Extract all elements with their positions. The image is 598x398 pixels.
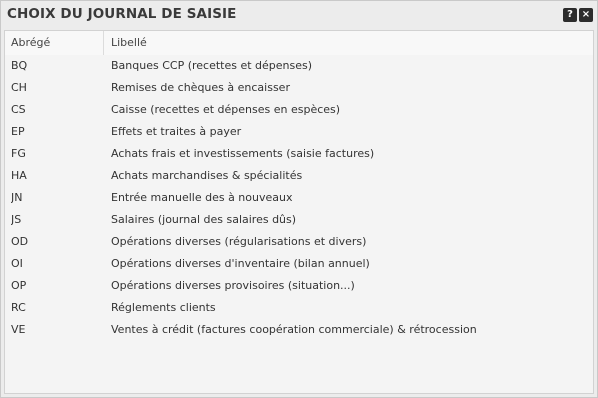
column-header-abrege[interactable]: Abrégé	[5, 31, 104, 55]
journal-code: HA	[11, 169, 27, 182]
journal-label: Opérations diverses (régularisations et …	[111, 235, 367, 248]
table-row[interactable]: JS Salaires (journal des salaires dûs)	[5, 209, 593, 231]
journal-code: RC	[11, 301, 26, 314]
table-row[interactable]: EP Effets et traites à payer	[5, 121, 593, 143]
table-row[interactable]: BQ Banques CCP (recettes et dépenses)	[5, 55, 593, 77]
journal-code: FG	[11, 147, 26, 160]
table-row[interactable]: CH Remises de chèques à encaisser	[5, 77, 593, 99]
table-row[interactable]: FG Achats frais et investissements (saisi…	[5, 143, 593, 165]
column-header-libelle[interactable]: Libellé	[105, 31, 593, 55]
journal-code: JS	[11, 213, 22, 226]
journal-label: Effets et traites à payer	[111, 125, 242, 138]
journal-label: Caisse (recettes et dépenses en espèces)	[111, 103, 341, 116]
help-icon: ?	[567, 9, 573, 20]
journal-code: EP	[11, 125, 25, 138]
journal-code: CH	[11, 81, 27, 94]
journal-code: VE	[11, 323, 26, 336]
table-header: Abrégé Libellé	[5, 31, 593, 56]
journal-code: JN	[11, 191, 23, 204]
journal-label: Opérations diverses provisoires (situati…	[111, 279, 355, 292]
dialog-title: CHOIX DU JOURNAL DE SAISIE	[7, 6, 237, 22]
table-row[interactable]: JN Entrée manuelle des à nouveaux	[5, 187, 593, 209]
journal-label: Réglements clients	[111, 301, 216, 314]
dialog-titlebar: CHOIX DU JOURNAL DE SAISIE ? ×	[1, 1, 597, 27]
journal-code: OI	[11, 257, 23, 270]
journal-label: Ventes à crédit (factures coopération co…	[111, 323, 477, 336]
help-button[interactable]: ?	[563, 8, 577, 22]
journal-code: BQ	[11, 59, 28, 72]
journal-label: Achats marchandises & spécialités	[111, 169, 303, 182]
journal-code: CS	[11, 103, 26, 116]
close-icon: ×	[581, 9, 591, 20]
table-body: BQ Banques CCP (recettes et dépenses) CH Re…	[5, 55, 593, 341]
journal-label: Achats frais et investissements (saisie …	[111, 147, 375, 160]
journal-selection-dialog: CHOIX DU JOURNAL DE SAISIE ? × Abrégé Li…	[0, 0, 598, 398]
table-row[interactable]: OD Opérations diverses (régularisations e…	[5, 231, 593, 253]
journal-label: Opérations diverses d'inventaire (bilan …	[111, 257, 370, 270]
journal-code: OP	[11, 279, 27, 292]
table-row[interactable]: HA Achats marchandises & spécialités	[5, 165, 593, 187]
journal-table: Abrégé Libellé BQ Banques CCP (recettes e…	[4, 30, 594, 394]
journal-label: Salaires (journal des salaires dûs)	[111, 213, 297, 226]
table-row[interactable]: CS Caisse (recettes et dépenses en espèce…	[5, 99, 593, 121]
journal-label: Remises de chèques à encaisser	[111, 81, 290, 94]
journal-code: OD	[11, 235, 29, 248]
close-button[interactable]: ×	[579, 8, 593, 22]
table-row[interactable]: OP Opérations diverses provisoires (situa…	[5, 275, 593, 297]
table-row[interactable]: VE Ventes à crédit (factures coopération …	[5, 319, 593, 341]
journal-label: Banques CCP (recettes et dépenses)	[111, 59, 313, 72]
table-row[interactable]: OI Opérations diverses d'inventaire (bila…	[5, 253, 593, 275]
table-row[interactable]: RC Réglements clients	[5, 297, 593, 319]
journal-label: Entrée manuelle des à nouveaux	[111, 191, 293, 204]
